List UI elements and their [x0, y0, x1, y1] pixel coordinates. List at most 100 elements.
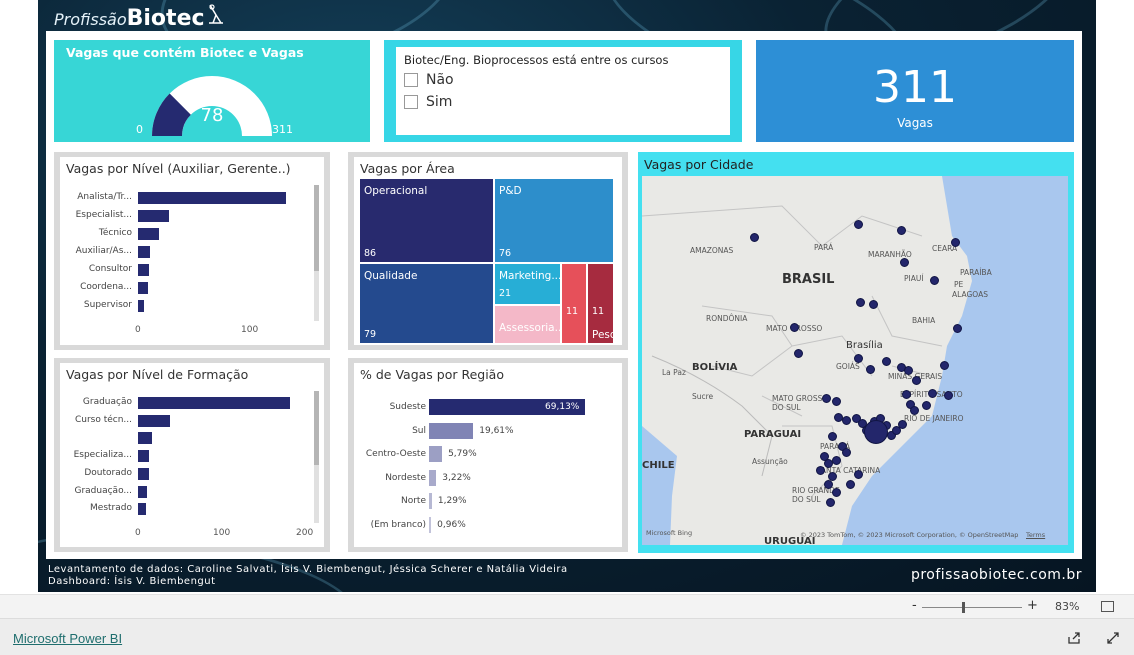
bar[interactable] — [138, 485, 148, 498]
city-dot[interactable] — [846, 480, 855, 489]
bar-row[interactable] — [138, 432, 308, 445]
map-card[interactable]: Vagas por Cidade AMAZONAS PARÁ MARANHÃO … — [638, 152, 1074, 553]
zoom-out-button[interactable]: - — [912, 598, 917, 613]
city-dot[interactable] — [816, 466, 825, 475]
city-dot[interactable] — [790, 323, 799, 332]
fit-to-page-icon[interactable] — [1101, 601, 1114, 612]
bar-row[interactable]: Especialist... — [76, 210, 308, 222]
map-terms-link[interactable]: Terms — [1026, 531, 1045, 539]
bar-row[interactable]: Doutorado — [84, 467, 308, 480]
city-dot[interactable] — [897, 226, 906, 235]
region-bar[interactable] — [429, 469, 437, 486]
city-dot[interactable] — [922, 401, 931, 410]
bar[interactable] — [138, 228, 160, 240]
kpi-card[interactable]: 311 Vagas — [756, 40, 1074, 142]
bar[interactable] — [138, 300, 144, 312]
bar-row[interactable]: Graduação — [83, 397, 308, 409]
bar-row[interactable]: Técnico — [99, 228, 308, 240]
bar[interactable] — [138, 397, 291, 409]
bar[interactable] — [138, 210, 169, 222]
city-dot[interactable] — [824, 480, 833, 489]
region-bar[interactable] — [429, 493, 432, 510]
power-bi-link[interactable]: Microsoft Power BI — [13, 631, 122, 646]
city-dot[interactable] — [944, 391, 953, 400]
bar-row[interactable]: Supervisor — [84, 300, 308, 312]
bar-row[interactable]: Curso técn... — [75, 414, 308, 427]
bar-row[interactable]: Especializa... — [74, 450, 308, 463]
zoom-slider-track[interactable] — [922, 607, 1022, 608]
city-dot[interactable] — [912, 376, 921, 385]
region-bar[interactable] — [429, 422, 474, 439]
treemap-tile[interactable]: Assessoria... — [495, 306, 560, 343]
city-dot[interactable] — [854, 354, 863, 363]
city-dot[interactable] — [953, 324, 962, 333]
bar[interactable] — [138, 450, 149, 463]
city-dot[interactable] — [826, 498, 835, 507]
bar-row[interactable]: Auxiliar/As... — [76, 246, 308, 258]
treemap-tile[interactable]: Marketing... 21 — [495, 264, 560, 304]
city-map[interactable]: AMAZONAS PARÁ MARANHÃO CEARÁ PIAUÍ PARAÍ… — [642, 176, 1068, 545]
zoom-slider-thumb[interactable] — [962, 602, 965, 613]
city-dot[interactable] — [869, 300, 878, 309]
city-dot-sao-paulo[interactable] — [864, 420, 888, 444]
slicer-option-sim[interactable]: Sim — [404, 94, 452, 110]
bar[interactable] — [138, 192, 287, 204]
bar[interactable] — [138, 467, 149, 480]
formacao-chart-card[interactable]: Vagas por Nível de Formação Graduação Cur… — [54, 358, 330, 552]
city-dot[interactable] — [822, 394, 831, 403]
city-dot[interactable] — [854, 470, 863, 479]
formacao-scrollbar[interactable] — [314, 391, 319, 523]
city-dot[interactable] — [832, 456, 841, 465]
region-bar[interactable] — [429, 517, 432, 533]
city-dot[interactable] — [866, 365, 875, 374]
city-dot[interactable] — [951, 238, 960, 247]
treemap-tile[interactable]: 11 — [562, 264, 586, 343]
city-dot[interactable] — [940, 361, 949, 370]
bar-row[interactable]: Graduação... — [74, 485, 308, 498]
map-label: PARAÍBA — [960, 268, 992, 277]
region-bar[interactable] — [429, 446, 443, 463]
treemap-tile[interactable]: Operacional 86 — [360, 179, 493, 262]
bar-row[interactable]: Consultor — [89, 264, 308, 276]
city-dot[interactable] — [794, 349, 803, 358]
gauge-visual[interactable]: Vagas que contém Biotec e Vagas 78 0 311 — [54, 40, 370, 142]
area-chart-card[interactable]: Vagas por Área Operacional 86 P&D 76 Qualida… — [348, 152, 628, 350]
treemap-tile[interactable]: Pesqui... 11 — [588, 264, 613, 343]
nivel-chart-card[interactable]: Vagas por Nível (Auxiliar, Gerente..) An… — [54, 152, 330, 350]
city-dot[interactable] — [854, 220, 863, 229]
regiao-chart-card[interactable]: % de Vagas por Região Sudeste 69,13% Sul 19… — [348, 358, 628, 552]
city-dot[interactable] — [928, 389, 937, 398]
city-dot[interactable] — [882, 357, 891, 366]
bar-row[interactable]: Analista/Tr... — [77, 192, 308, 204]
city-dot[interactable] — [842, 448, 851, 457]
checkbox-icon[interactable] — [404, 73, 418, 87]
bar[interactable] — [138, 282, 149, 294]
bar[interactable] — [138, 503, 147, 516]
bar-row[interactable]: Mestrado — [90, 503, 308, 516]
fullscreen-icon[interactable] — [1106, 631, 1120, 645]
city-dot[interactable] — [832, 488, 841, 497]
city-dot[interactable] — [898, 420, 907, 429]
bar[interactable] — [138, 414, 171, 427]
city-dot[interactable] — [750, 233, 759, 242]
nivel-scrollbar[interactable] — [314, 185, 319, 321]
bar[interactable] — [138, 264, 150, 276]
bar[interactable] — [138, 246, 151, 258]
city-dot[interactable] — [930, 276, 939, 285]
city-dot[interactable] — [900, 258, 909, 267]
city-dot[interactable] — [910, 406, 919, 415]
city-dot[interactable] — [904, 366, 913, 375]
city-dot[interactable] — [902, 390, 911, 399]
city-dot[interactable] — [856, 298, 865, 307]
slicer-option-nao[interactable]: Não — [404, 72, 454, 88]
bar-row[interactable]: Coordena... — [80, 282, 308, 294]
city-dot[interactable] — [842, 416, 851, 425]
treemap-tile[interactable]: P&D 76 — [495, 179, 613, 262]
share-icon[interactable] — [1067, 631, 1081, 645]
treemap-tile[interactable]: Qualidade 79 — [360, 264, 493, 343]
bar[interactable] — [138, 432, 153, 445]
city-dot[interactable] — [832, 397, 841, 406]
checkbox-icon[interactable] — [404, 95, 418, 109]
city-dot[interactable] — [828, 432, 837, 441]
zoom-in-button[interactable]: + — [1027, 598, 1038, 613]
